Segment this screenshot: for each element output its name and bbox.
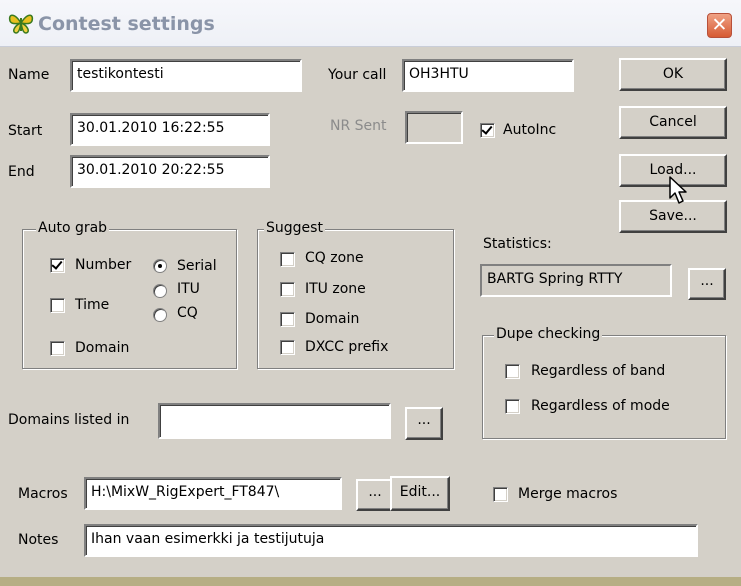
merge-macros-checkbox[interactable] <box>493 487 508 502</box>
itu-label: ITU <box>177 281 200 297</box>
cq-label: CQ <box>177 305 198 321</box>
close-button[interactable]: ✕ <box>707 13 732 38</box>
time-label: Time <box>75 297 110 313</box>
notes-field[interactable]: Ihan vaan esimerkki ja testijutuja <box>84 524 698 557</box>
bottom-edge <box>0 577 741 586</box>
close-icon: ✕ <box>711 14 728 36</box>
cq-zone-checkbox[interactable] <box>280 252 295 267</box>
dupe-checking-title: Dupe checking <box>494 326 603 342</box>
time-checkbox[interactable] <box>50 298 65 313</box>
serial-radio[interactable] <box>153 259 167 273</box>
nr-sent-label: NR Sent <box>330 118 387 134</box>
domains-browse-button[interactable]: ... <box>405 407 443 440</box>
itu-zone-checkbox[interactable] <box>280 282 295 297</box>
start-field[interactable]: 30.01.2010 16:22:55 <box>70 113 270 146</box>
end-field[interactable]: 30.01.2010 20:22:55 <box>70 155 270 188</box>
ok-button[interactable]: OK <box>619 58 727 91</box>
serial-label: Serial <box>177 258 217 274</box>
edit-macros-button[interactable]: Edit... <box>390 476 450 511</box>
cancel-button[interactable]: Cancel <box>619 106 727 139</box>
notes-label: Notes <box>18 532 59 548</box>
domains-listed-in-field[interactable] <box>158 403 391 439</box>
statistics-label: Statistics: <box>483 236 552 252</box>
suggest-domain-label: Domain <box>305 311 360 327</box>
itu-radio[interactable] <box>153 284 167 298</box>
regardless-of-band-checkbox[interactable] <box>505 364 520 379</box>
dxcc-prefix-checkbox[interactable] <box>280 340 295 355</box>
macros-browse-button[interactable]: ... <box>356 479 394 511</box>
itu-zone-label: ITU zone <box>305 281 366 297</box>
name-label: Name <box>8 67 50 83</box>
domain-checkbox[interactable] <box>50 341 65 356</box>
domains-listed-in-label: Domains listed in <box>8 412 130 428</box>
window-title: Contest settings <box>38 13 215 35</box>
dxcc-prefix-label: DXCC prefix <box>305 339 389 355</box>
statistics-field[interactable]: BARTG Spring RTTY <box>480 264 672 297</box>
end-label: End <box>8 164 35 180</box>
autoinc-checkbox[interactable] <box>480 123 495 138</box>
macros-label: Macros <box>18 486 68 502</box>
merge-macros-label: Merge macros <box>518 486 618 502</box>
name-field[interactable]: testikontesti <box>70 59 302 92</box>
domain-label: Domain <box>75 340 130 356</box>
title-bar: Contest settings ✕ <box>0 0 741 47</box>
start-label: Start <box>8 123 43 139</box>
cq-radio[interactable] <box>153 308 167 322</box>
nr-sent-field <box>405 111 463 144</box>
mouse-pointer-icon <box>669 176 687 204</box>
cq-zone-label: CQ zone <box>305 250 364 266</box>
macros-field[interactable]: H:\MixW_RigExpert_FT847\ <box>84 477 342 510</box>
suggest-domain-checkbox[interactable] <box>280 312 295 327</box>
regardless-of-mode-checkbox[interactable] <box>505 399 520 414</box>
number-checkbox[interactable] <box>50 258 65 273</box>
regardless-of-band-label: Regardless of band <box>531 363 666 379</box>
dupe-checking-group <box>482 335 726 439</box>
number-label: Number <box>75 257 132 273</box>
butterfly-icon <box>8 14 34 34</box>
your-call-field[interactable]: OH3HTU <box>402 59 574 92</box>
your-call-label: Your call <box>328 67 387 83</box>
auto-grab-title: Auto grab <box>36 220 110 236</box>
statistics-browse-button[interactable]: ... <box>688 268 726 300</box>
regardless-of-mode-label: Regardless of mode <box>531 398 670 414</box>
autoinc-label: AutoInc <box>503 122 557 138</box>
suggest-title: Suggest <box>264 220 325 236</box>
